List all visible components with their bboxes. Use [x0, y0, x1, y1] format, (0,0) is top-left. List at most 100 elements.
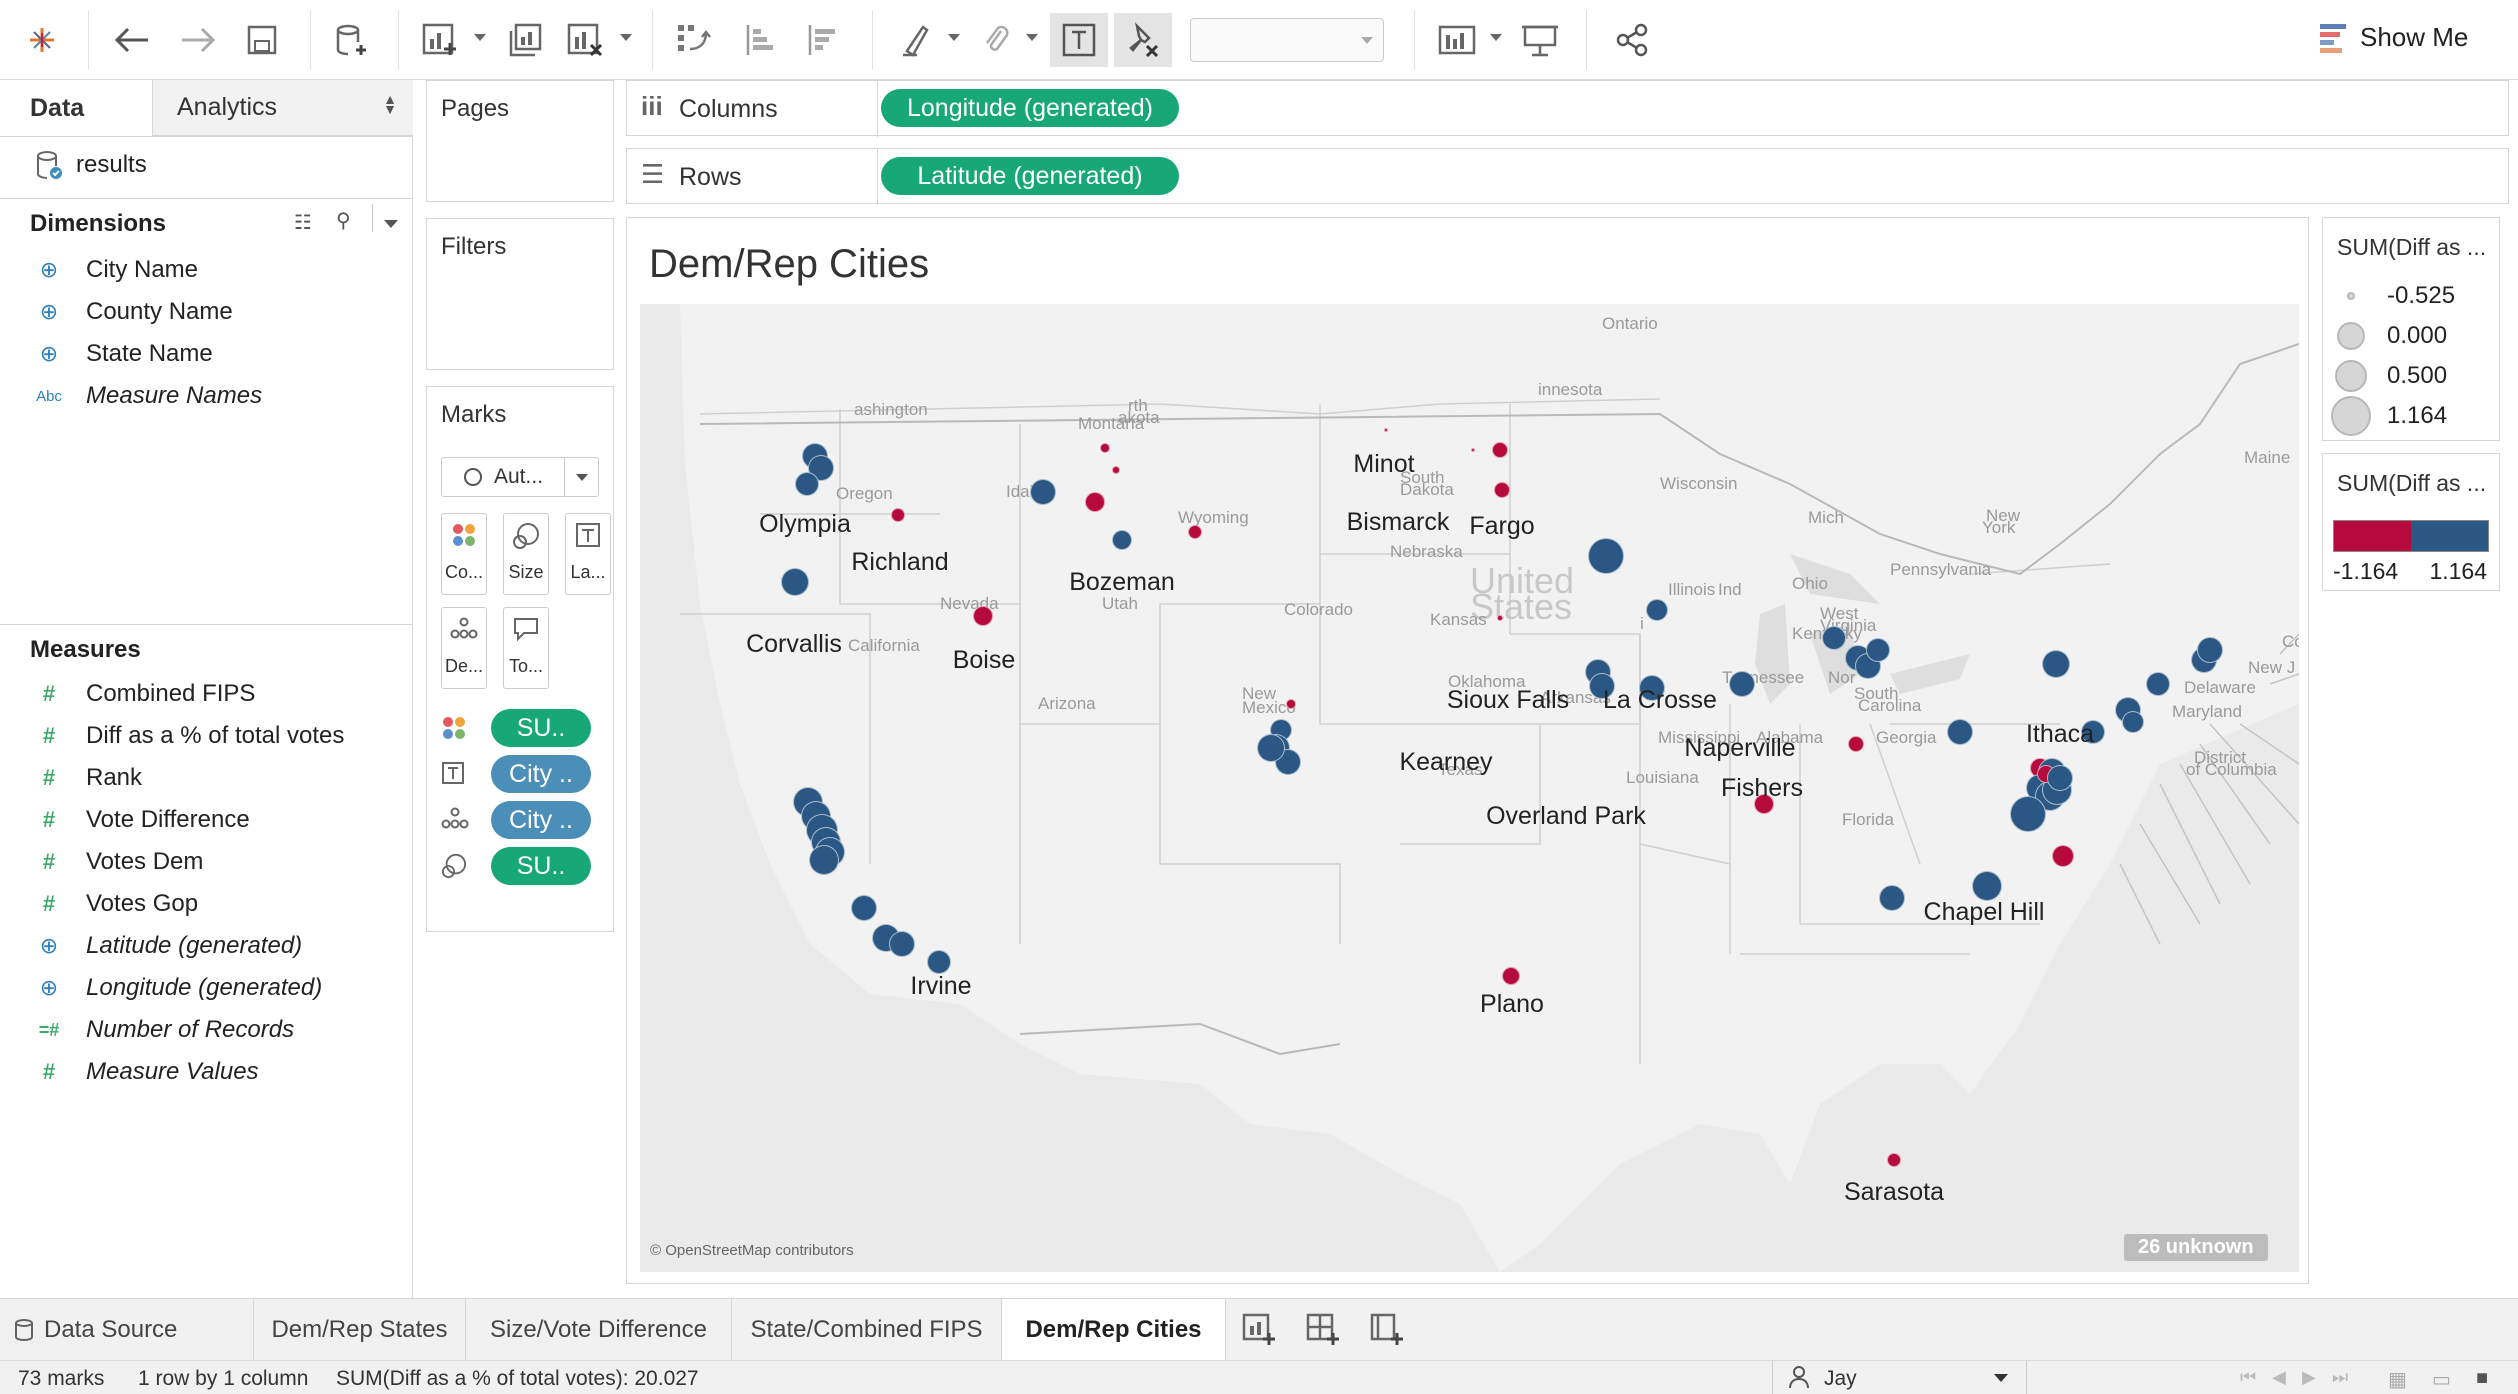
- longitude-pill[interactable]: Longitude (generated): [881, 89, 1179, 127]
- share-icon[interactable]: [1610, 18, 1654, 62]
- mark-size-button[interactable]: Size: [503, 513, 549, 595]
- rep-city-mark[interactable]: [1497, 615, 1503, 621]
- new-data-source-icon[interactable]: [330, 18, 374, 62]
- dem-city-mark[interactable]: [1646, 599, 1668, 621]
- measure-field[interactable]: # Vote Difference: [0, 800, 413, 840]
- rep-city-mark[interactable]: [2052, 845, 2074, 867]
- dem-city-mark[interactable]: [1257, 734, 1285, 762]
- prev-sheet-icon[interactable]: ◀: [2272, 1367, 2286, 1388]
- columns-shelf[interactable]: iii Columns Longitude (generated): [626, 80, 2509, 137]
- dem-city-mark[interactable]: [1822, 626, 1846, 650]
- measure-field[interactable]: # Votes Gop: [0, 884, 413, 924]
- last-sheet-icon[interactable]: ⏭: [2332, 1367, 2348, 1388]
- data-source-item[interactable]: results: [36, 150, 147, 180]
- map-canvas[interactable]: Ontario ashington Montana rth akota innesota W…: [640, 304, 2299, 1272]
- sort-ascending-icon[interactable]: [738, 18, 782, 62]
- rep-city-mark[interactable]: [1100, 443, 1110, 453]
- dem-city-mark[interactable]: [889, 931, 915, 957]
- dem-city-mark[interactable]: [1112, 530, 1132, 550]
- tab-analytics[interactable]: Analytics ▲ ▼: [152, 80, 413, 136]
- show-me-button[interactable]: Show Me: [2318, 20, 2468, 54]
- measure-field[interactable]: ⊕ Latitude (generated): [0, 926, 413, 966]
- mark-color-button[interactable]: Co...: [441, 513, 487, 595]
- rep-city-mark[interactable]: [1848, 736, 1864, 752]
- mark-pill[interactable]: SU..: [491, 847, 591, 885]
- back-icon[interactable]: [110, 18, 154, 62]
- mark-type-dropdown[interactable]: Aut...: [441, 457, 599, 497]
- dem-city-mark[interactable]: [809, 845, 839, 875]
- status-user[interactable]: Jay: [1824, 1367, 1857, 1391]
- dimension-field[interactable]: Abc Measure Names: [0, 376, 413, 416]
- rep-city-mark[interactable]: [891, 508, 905, 522]
- tableau-logo-icon[interactable]: [20, 18, 64, 62]
- highlight-icon[interactable]: [894, 18, 938, 62]
- rep-city-mark[interactable]: [1887, 1153, 1901, 1167]
- dem-city-mark[interactable]: [781, 568, 809, 596]
- dem-city-mark[interactable]: [795, 472, 819, 496]
- mark-pill[interactable]: City ..: [491, 801, 591, 839]
- clear-sheet-icon[interactable]: [564, 18, 608, 62]
- fix-axes-icon[interactable]: [1114, 13, 1172, 67]
- filters-card[interactable]: Filters: [426, 218, 614, 370]
- dem-city-mark[interactable]: [927, 950, 951, 974]
- dem-city-mark[interactable]: [2010, 796, 2046, 832]
- sheet-tab[interactable]: Dem/Rep Cities: [1002, 1299, 1226, 1361]
- sheet-sorter-icon[interactable]: ▦: [2388, 1367, 2407, 1392]
- forward-icon[interactable]: [176, 18, 220, 62]
- user-menu-caret[interactable]: [1994, 1374, 2008, 1382]
- dem-city-mark[interactable]: [2197, 637, 2223, 663]
- mark-pill[interactable]: SU..: [491, 709, 591, 747]
- show-labels-icon[interactable]: [1050, 13, 1108, 67]
- rep-city-mark[interactable]: [1492, 442, 1508, 458]
- dem-city-mark[interactable]: [1729, 671, 1755, 697]
- rep-city-mark[interactable]: [1494, 482, 1510, 498]
- first-sheet-icon[interactable]: ⏮: [2240, 1367, 2256, 1388]
- group-icon[interactable]: [974, 18, 1018, 62]
- rep-city-mark[interactable]: [1188, 525, 1202, 539]
- rep-city-mark[interactable]: [1112, 466, 1120, 474]
- tab-data[interactable]: Data: [0, 80, 152, 136]
- mark-tooltip-button[interactable]: To...: [503, 607, 549, 689]
- duplicate-sheet-icon[interactable]: [504, 18, 548, 62]
- mark-pill[interactable]: City ..: [491, 755, 591, 793]
- presentation-mode-icon[interactable]: [1518, 18, 1562, 62]
- mark-label-button[interactable]: La...: [565, 513, 611, 595]
- dem-city-mark[interactable]: [1972, 871, 2002, 901]
- measure-field[interactable]: # Measure Values: [0, 1052, 413, 1092]
- show-cards-icon[interactable]: [1436, 18, 1480, 62]
- tab-data-source[interactable]: Data Source: [0, 1299, 254, 1361]
- unknown-badge[interactable]: 26 unknown: [2124, 1234, 2268, 1261]
- new-story-icon[interactable]: [1370, 1313, 1404, 1352]
- measure-field[interactable]: =# Number of Records: [0, 1010, 413, 1050]
- rep-city-mark[interactable]: [1502, 967, 1520, 985]
- measure-field[interactable]: # Votes Dem: [0, 842, 413, 882]
- new-worksheet-icon[interactable]: [418, 18, 462, 62]
- swap-rows-columns-icon[interactable]: [672, 18, 716, 62]
- filmstrip-icon[interactable]: ▭: [2432, 1367, 2451, 1392]
- measure-field[interactable]: ⊕ Longitude (generated): [0, 968, 413, 1008]
- size-legend[interactable]: SUM(Diff as ... -0.525 0.000 0.500 1.164: [2322, 217, 2500, 441]
- dimension-field[interactable]: ⊕ State Name: [0, 334, 413, 374]
- dem-city-mark[interactable]: [1588, 538, 1624, 574]
- sheet-tab[interactable]: Dem/Rep States: [254, 1299, 466, 1361]
- pages-card[interactable]: Pages: [426, 80, 614, 202]
- new-worksheet-tab-icon[interactable]: [1242, 1313, 1276, 1352]
- rep-city-mark[interactable]: [1471, 448, 1475, 452]
- dem-city-mark[interactable]: [2042, 650, 2070, 678]
- dimension-field[interactable]: ⊕ County Name: [0, 292, 413, 332]
- fit-dropdown[interactable]: [1190, 18, 1384, 62]
- sheet-tab[interactable]: State/Combined FIPS: [732, 1299, 1002, 1361]
- dem-city-mark[interactable]: [1947, 719, 1973, 745]
- latitude-pill[interactable]: Latitude (generated): [881, 157, 1179, 195]
- dem-city-mark[interactable]: [1866, 638, 1890, 662]
- search-icon[interactable]: ⚲: [336, 208, 351, 233]
- dem-city-mark[interactable]: [2146, 672, 2170, 696]
- dimension-field[interactable]: ⊕ City Name: [0, 250, 413, 290]
- measure-field[interactable]: # Diff as a % of total votes: [0, 716, 413, 756]
- rep-city-mark[interactable]: [1286, 699, 1296, 709]
- mark-detail-button[interactable]: De...: [441, 607, 487, 689]
- dem-city-mark[interactable]: [1030, 479, 1056, 505]
- next-sheet-icon[interactable]: ▶: [2302, 1367, 2316, 1388]
- rep-city-mark[interactable]: [1085, 492, 1105, 512]
- dem-city-mark[interactable]: [1879, 885, 1905, 911]
